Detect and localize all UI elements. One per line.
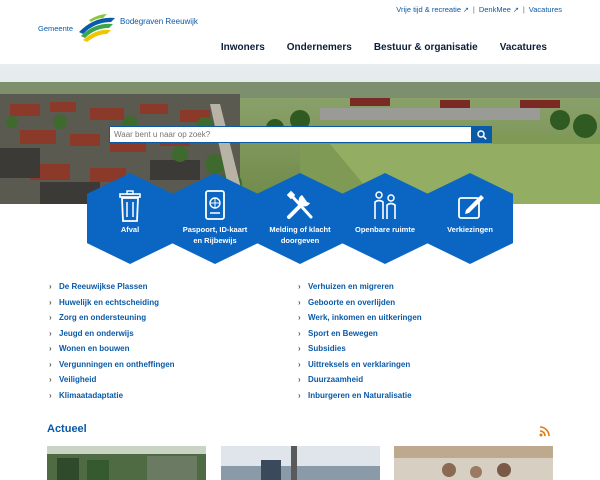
separator: | bbox=[522, 5, 525, 14]
passport-icon bbox=[205, 190, 225, 220]
municipality-logo[interactable]: Gemeente Bodegraven Reeuwijk bbox=[38, 10, 198, 46]
topic-link-label: Wonen en bouwen bbox=[59, 344, 130, 354]
chevron-right-icon: › bbox=[49, 313, 52, 323]
topic-link-label: Sport en Bewegen bbox=[308, 328, 378, 338]
topic-link[interactable]: › Werk, inkomen en uitkeringen bbox=[298, 310, 528, 326]
news-card-image[interactable] bbox=[47, 446, 206, 480]
chevron-right-icon: › bbox=[298, 390, 301, 400]
topic-link[interactable]: › Uittreksels en verklaringen bbox=[298, 357, 528, 373]
topic-link[interactable]: › Duurzaamheid bbox=[298, 372, 528, 388]
topic-link-label: Geboorte en overlijden bbox=[308, 297, 396, 307]
external-link-icon: ↗ bbox=[463, 6, 469, 14]
topic-link-label: Vergunningen en ontheffingen bbox=[59, 359, 175, 369]
topic-link-label: Subsidies bbox=[308, 344, 346, 354]
site-search bbox=[109, 126, 492, 143]
chevron-right-icon: › bbox=[49, 390, 52, 400]
site-header: Gemeente Bodegraven Reeuwijk Vrije tijd … bbox=[0, 0, 600, 64]
chevron-right-icon: › bbox=[298, 359, 301, 369]
chevron-right-icon: › bbox=[49, 375, 52, 385]
chevron-right-icon: › bbox=[49, 344, 52, 354]
topic-link[interactable]: › Jeugd en onderwijs bbox=[49, 326, 279, 342]
separator: | bbox=[472, 5, 475, 14]
utility-links: Vrije tijd & recreatie ↗ | DenkMee ↗ | V… bbox=[396, 5, 562, 14]
logo-prefix: Gemeente bbox=[38, 23, 74, 33]
topic-link[interactable]: › Sport en Bewegen bbox=[298, 326, 528, 342]
topic-link[interactable]: › Klimaatadaptatie bbox=[49, 388, 279, 404]
logo-name: Bodegraven Reeuwijk bbox=[120, 16, 198, 26]
news-card-image[interactable] bbox=[221, 446, 380, 480]
topic-link[interactable]: › Verhuizen en migreren bbox=[298, 279, 528, 295]
topic-link[interactable]: › Inburgeren en Naturalisatie bbox=[298, 388, 528, 404]
topic-links-left: › De Reeuwijkse Plassen › Huwelijk en echt… bbox=[49, 279, 279, 403]
topic-link-label: Zorg en ondersteuning bbox=[59, 313, 147, 323]
topic-link[interactable]: › Veiligheid bbox=[49, 372, 279, 388]
task-label: Verkiezingen bbox=[447, 225, 493, 234]
external-link-icon: ↗ bbox=[512, 6, 519, 14]
topic-links-right: › Verhuizen en migreren › Geboorte en over… bbox=[298, 279, 528, 403]
chevron-right-icon: › bbox=[49, 328, 52, 338]
people-icon bbox=[374, 191, 396, 219]
topic-link-label: Werk, inkomen en uitkeringen bbox=[308, 313, 422, 323]
nav-bestuur-organisatie[interactable]: Bestuur & organisatie bbox=[374, 42, 478, 53]
chevron-right-icon: › bbox=[298, 313, 301, 323]
chevron-right-icon: › bbox=[298, 328, 301, 338]
logo-mark-icon bbox=[79, 14, 116, 42]
topic-link[interactable]: › Zorg en ondersteuning bbox=[49, 310, 279, 326]
ballot-icon bbox=[458, 195, 484, 219]
topic-link[interactable]: › Vergunningen en ontheffingen bbox=[49, 357, 279, 373]
task-label: Paspoort, ID-kaart en Rijbewijs bbox=[182, 225, 248, 245]
topic-link-label: Klimaatadaptatie bbox=[59, 390, 124, 400]
top-link-vacatures[interactable]: Vacatures bbox=[529, 5, 562, 14]
topic-link-label: Duurzaamheid bbox=[308, 375, 364, 385]
search-input[interactable] bbox=[109, 126, 471, 143]
chevron-right-icon: › bbox=[49, 282, 52, 292]
search-icon bbox=[476, 129, 487, 140]
top-link-vrije-tijd[interactable]: Vrije tijd & recreatie bbox=[396, 5, 461, 14]
nav-ondernemers[interactable]: Ondernemers bbox=[287, 42, 352, 53]
task-label: Afval bbox=[120, 225, 140, 234]
topic-link[interactable]: › Geboorte en overlijden bbox=[298, 295, 528, 311]
topic-link[interactable]: › Huwelijk en echtscheiding bbox=[49, 295, 279, 311]
chevron-right-icon: › bbox=[298, 344, 301, 354]
chevron-right-icon: › bbox=[49, 297, 52, 307]
topic-link-label: Jeugd en onderwijs bbox=[59, 328, 134, 338]
rss-icon[interactable] bbox=[539, 425, 551, 437]
nav-vacatures[interactable]: Vacatures bbox=[500, 42, 547, 53]
chevron-right-icon: › bbox=[298, 282, 301, 292]
nav-inwoners[interactable]: Inwoners bbox=[221, 42, 265, 53]
topic-link-label: Huwelijk en echtscheiding bbox=[59, 297, 160, 307]
topic-link-label: Uittreksels en verklaringen bbox=[308, 359, 411, 369]
task-label: Melding of klacht doorgeven bbox=[269, 225, 331, 245]
tools-icon bbox=[286, 190, 313, 219]
main-navigation: Inwoners Ondernemers Bestuur & organisat… bbox=[221, 42, 547, 53]
top-link-denkmee[interactable]: DenkMee bbox=[479, 5, 511, 14]
chevron-right-icon: › bbox=[298, 297, 301, 307]
topic-link-label: Verhuizen en migreren bbox=[308, 282, 394, 292]
topic-link[interactable]: › Subsidies bbox=[298, 341, 528, 357]
topic-link-label: Inburgeren en Naturalisatie bbox=[308, 390, 412, 400]
news-card-image[interactable] bbox=[394, 446, 553, 480]
chevron-right-icon: › bbox=[49, 359, 52, 369]
topic-link[interactable]: › De Reeuwijkse Plassen bbox=[49, 279, 279, 295]
topic-link-label: Veiligheid bbox=[59, 375, 97, 385]
search-button[interactable] bbox=[471, 126, 492, 143]
task-label: Openbare ruimte bbox=[354, 225, 415, 234]
chevron-right-icon: › bbox=[298, 375, 301, 385]
trash-icon bbox=[119, 190, 141, 222]
topic-link-label: De Reeuwijkse Plassen bbox=[59, 282, 148, 292]
news-section-title: Actueel bbox=[47, 423, 87, 435]
topic-link[interactable]: › Wonen en bouwen bbox=[49, 341, 279, 357]
